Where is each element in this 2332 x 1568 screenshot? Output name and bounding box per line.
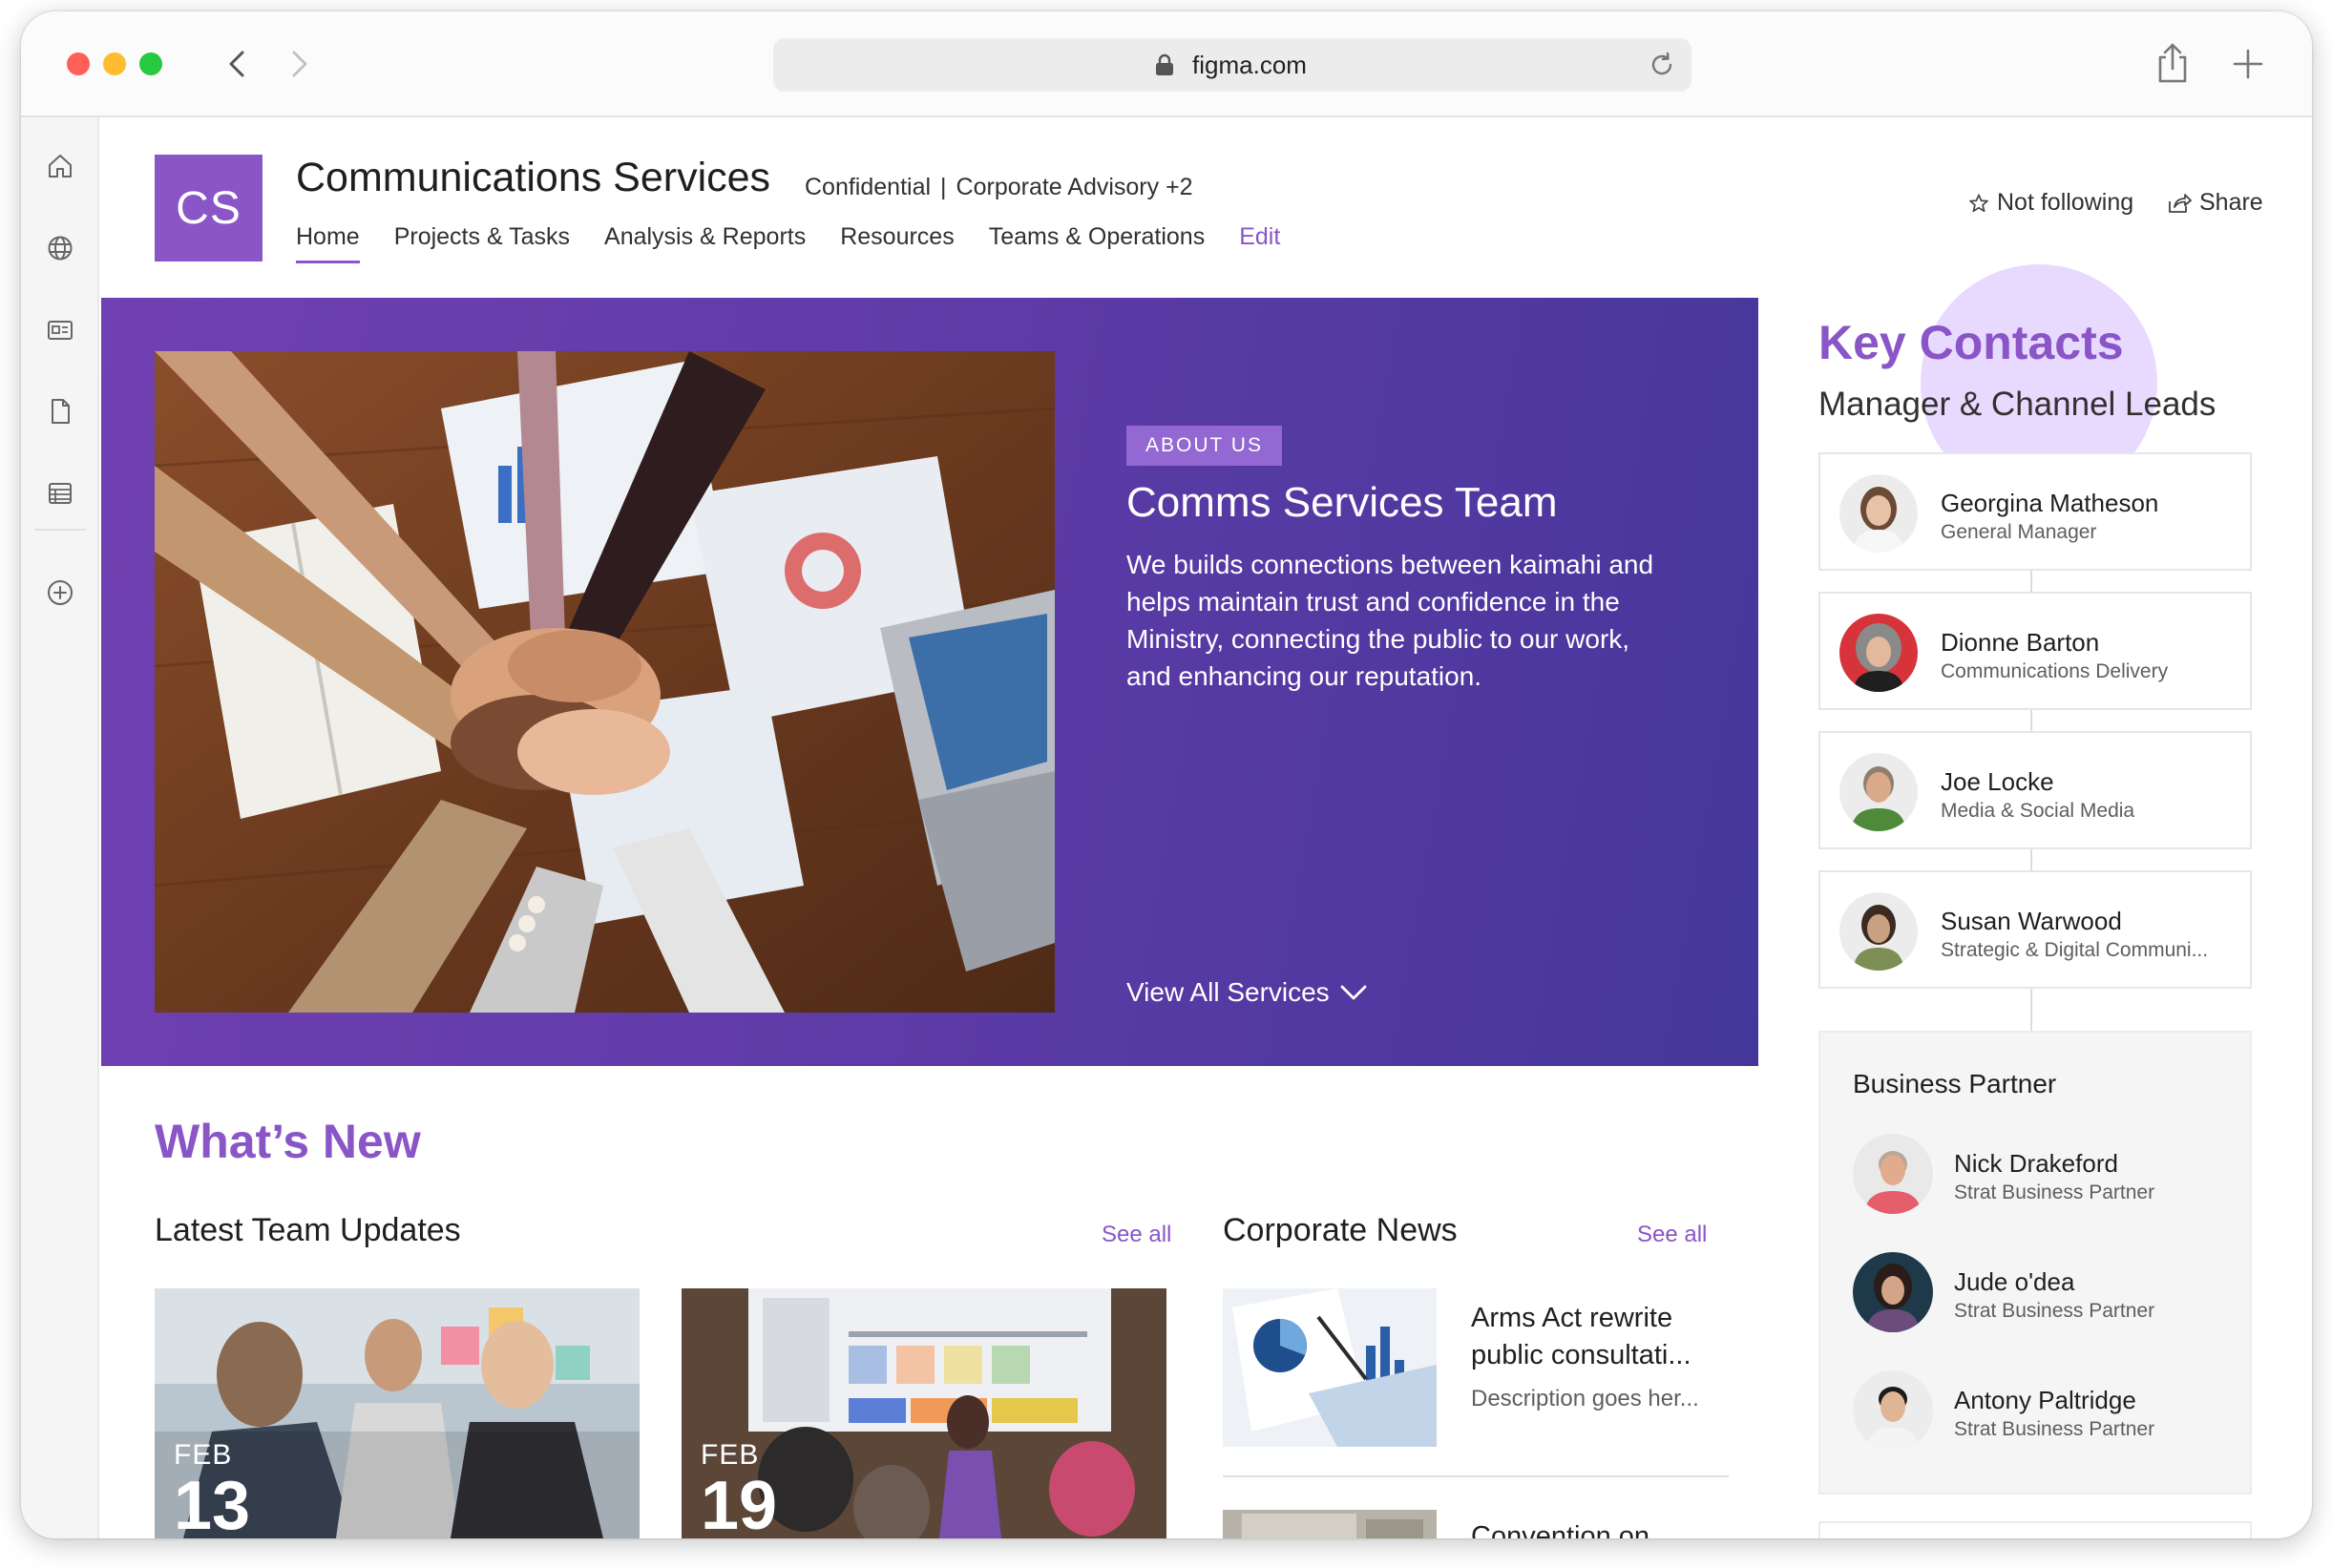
contact-name: Susan Warwood [1941,907,2122,935]
news-divider [1223,1475,1729,1477]
share-label: Share [2199,189,2263,216]
team-update-card[interactable]: FEB 19 [682,1288,1166,1538]
news-icon[interactable] [45,315,75,345]
contact-role: Strat Business Partner [1954,1418,2155,1440]
contact-role: General Manager [1941,521,2097,543]
next-panel [1818,1521,2252,1538]
contact-role: Strategic & Digital Communi... [1941,939,2209,961]
forward-icon[interactable] [281,46,317,82]
news-description: Description goes her... [1471,1386,1699,1411]
nav-projects-tasks[interactable]: Projects & Tasks [394,223,570,263]
whats-new-heading: What’s New [155,1115,421,1168]
chevron-down-icon [1340,985,1367,1000]
globe-icon[interactable] [45,233,75,263]
nav-teams-operations[interactable]: Teams & Operations [989,223,1206,263]
update-date-month: FEB [701,1439,760,1471]
contact-name: Antony Paltridge [1954,1386,2136,1414]
contact-card[interactable]: Georgina Matheson General Manager [1818,452,2252,571]
hero-title: Comms Services Team [1126,479,1558,526]
nav-edit-link[interactable]: Edit [1239,223,1280,263]
avatar [1839,614,1918,692]
nav-analysis-reports[interactable]: Analysis & Reports [604,223,806,263]
contact-name: Dionne Barton [1941,628,2100,657]
contact-card[interactable]: Dionne Barton Communications Delivery [1818,592,2252,710]
follow-button[interactable]: Not following [1968,189,2133,217]
contact-name: Nick Drakeford [1954,1149,2118,1178]
browser-window: figma.com CS Communications Services Con… [21,11,2312,1538]
hero-banner: ABOUT US Comms Services Team We builds c… [101,298,1758,1066]
nav-resources[interactable]: Resources [840,223,955,263]
share-icon[interactable] [2155,42,2190,84]
team-updates-see-all-link[interactable]: See all [1102,1222,1171,1248]
minimize-window-button[interactable] [103,52,126,75]
list-icon[interactable] [45,478,75,509]
contact-role: Communications Delivery [1941,660,2169,682]
avatar [1839,753,1918,831]
add-circle-icon[interactable] [45,577,75,608]
contact-name: Joe Locke [1941,767,2054,796]
business-partner-item[interactable]: Antony Paltridge Strat Business Partner [1853,1370,2235,1453]
news-thumbnail[interactable] [1223,1510,1437,1538]
maximize-window-button[interactable] [139,52,162,75]
site-navigation: Home Projects & Tasks Analysis & Reports… [296,223,1280,263]
share-arrow-icon [2169,193,2192,213]
view-all-services-button[interactable]: View All Services [1126,977,1368,1008]
corporate-news-heading: Corporate News [1223,1212,1458,1248]
key-contacts-heading: Key Contacts [1818,316,2124,369]
avatar [1839,892,1918,971]
site-logo[interactable]: CS [155,155,263,261]
back-icon[interactable] [220,46,256,82]
update-date-day: 13 [174,1468,251,1538]
contact-name: Georgina Matheson [1941,489,2159,517]
share-button[interactable]: Share [2167,189,2263,217]
contact-role: Strat Business Partner [1954,1300,2155,1322]
contact-role: Media & Social Media [1941,800,2135,822]
browser-toolbar: figma.com [21,11,2312,117]
url-text: figma.com [1192,51,1307,79]
meta-separator: | [940,174,947,200]
group-label[interactable]: Corporate Advisory +2 [956,174,1193,200]
star-icon [1969,193,1988,212]
address-bar[interactable]: figma.com [773,38,1691,92]
news-image [1223,1510,1437,1538]
file-icon[interactable] [45,396,75,427]
hero-description: We builds connections between kaimahi an… [1126,550,1654,691]
new-tab-icon[interactable] [2232,48,2264,80]
business-partner-panel: Business Partner Nick Drakeford Strat Bu… [1818,1031,2252,1495]
follow-label: Not following [1997,189,2134,216]
team-update-card[interactable]: FEB 13 [155,1288,640,1538]
corporate-news-see-all-link[interactable]: See all [1637,1222,1707,1248]
avatar [1853,1370,1933,1451]
news-title[interactable]: Arms Act rewrite public consultati... [1471,1300,1729,1374]
nav-home[interactable]: Home [296,223,360,263]
update-date-month: FEB [174,1439,233,1471]
business-partner-item[interactable]: Nick Drakeford Strat Business Partner [1853,1134,2235,1216]
home-icon[interactable] [45,151,75,181]
contact-name: Jude o'dea [1954,1267,2075,1296]
reload-icon[interactable] [1648,51,1676,79]
key-contacts-subheading: Manager & Channel Leads [1818,386,2216,423]
site-title[interactable]: Communications Services [296,155,770,201]
avatar [1839,474,1918,553]
news-image-charts [1223,1288,1437,1447]
contact-role: Strat Business Partner [1954,1181,2155,1203]
team-updates-heading: Latest Team Updates [155,1212,461,1248]
classification-label: Confidential [805,174,932,200]
app-rail [21,117,99,1538]
news-title[interactable]: Convention on... [1471,1521,1672,1538]
site-classification: Confidential | Corporate Advisory +2 [805,174,1193,201]
avatar [1853,1252,1933,1332]
rail-divider [34,529,86,531]
news-thumbnail[interactable] [1223,1288,1437,1447]
about-us-tag: ABOUT US [1126,426,1282,466]
avatar [1853,1134,1933,1214]
view-all-services-label: View All Services [1126,977,1330,1007]
contact-card[interactable]: Joe Locke Media & Social Media [1818,731,2252,849]
hero-image-team-hands [155,351,1055,1013]
business-partner-heading: Business Partner [1853,1069,2057,1098]
close-window-button[interactable] [67,52,90,75]
contact-card[interactable]: Susan Warwood Strategic & Digital Commun… [1818,870,2252,989]
update-date-day: 19 [701,1468,778,1538]
business-partner-item[interactable]: Jude o'dea Strat Business Partner [1853,1252,2235,1334]
